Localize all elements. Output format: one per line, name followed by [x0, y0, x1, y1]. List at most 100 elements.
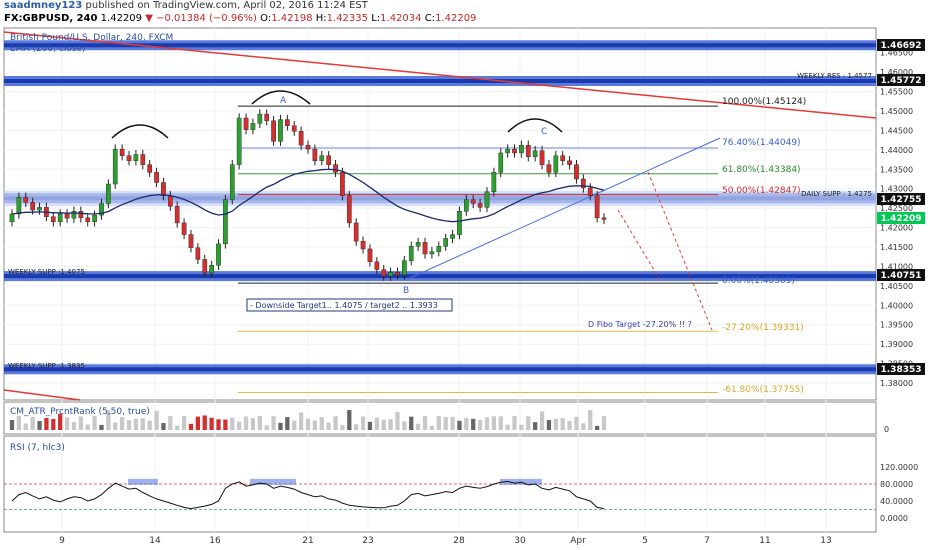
- candle-body-52: [367, 248, 373, 262]
- candle-body-10: [78, 211, 84, 219]
- atr-bar-15: [113, 422, 118, 430]
- candle-body-49: [346, 195, 352, 224]
- candle-body-85: [594, 195, 600, 219]
- ema-legend[interactable]: EMA (200, close): [10, 44, 86, 54]
- atr-bar-79: [553, 418, 558, 430]
- atr-bar-63: [443, 417, 448, 430]
- atr-bar-66: [464, 418, 469, 430]
- x-tick-label-8: 5: [642, 536, 648, 546]
- atr-bar-43: [305, 418, 311, 430]
- candle-body-15: [112, 148, 118, 185]
- candle-body-9: [71, 211, 77, 219]
- time-axis: 9 14 16 21 23 28 30 Apr 5 7 11 13: [59, 536, 832, 546]
- left-shoulder-arc: [111, 124, 169, 139]
- candle-body-11: [85, 217, 91, 222]
- point-a-label: A: [280, 96, 287, 106]
- x-tick-label-11: 13: [820, 536, 831, 546]
- candle-body-23: [167, 195, 173, 207]
- y-tick-label-6: 1.43500: [880, 165, 913, 174]
- atr-bar-12: [92, 416, 97, 430]
- candle-body-0: [9, 213, 15, 222]
- atr-bar-74: [519, 424, 524, 430]
- atr-bar-23: [168, 416, 173, 430]
- atr-bar-78: [546, 419, 552, 430]
- candle-body-78: [546, 164, 552, 173]
- atr-bar-16: [120, 417, 125, 430]
- y-tick-label-2: 1.45500: [880, 88, 913, 97]
- candle-body-16: [119, 148, 125, 156]
- candle-body-27: [195, 247, 201, 260]
- candle-body-42: [298, 131, 304, 146]
- atr-bar-71: [498, 416, 503, 430]
- candle-body-84: [587, 187, 593, 196]
- rsi-y-tick-0: 120.0000: [880, 463, 918, 472]
- candle-body-79: [553, 155, 559, 173]
- x-tick-label-10: 11: [759, 536, 770, 546]
- atr-bar-24: [175, 425, 180, 430]
- rsi-highlight-0: [128, 478, 158, 485]
- candle-body-3: [30, 202, 35, 211]
- rsi-pane: 120.0000 80.0000 40.0000 0.0000: [4, 463, 918, 523]
- x-tick-label-1: 14: [149, 536, 161, 546]
- projection-line-2: [617, 209, 661, 281]
- candle-body-66: [463, 199, 469, 212]
- atr-bar-67: [471, 418, 476, 430]
- candle-body-25: [181, 222, 187, 235]
- atr-bar-73: [512, 416, 517, 430]
- y-tick-label-9: 1.42000: [880, 224, 913, 233]
- atr-bar-75: [526, 416, 531, 430]
- atr-bar-68: [477, 420, 483, 430]
- candle-body-80: [560, 155, 566, 161]
- atr-bar-51: [360, 416, 366, 430]
- atr-bar-70: [491, 416, 496, 430]
- candle-body-67: [470, 199, 476, 204]
- candle-body-76: [532, 150, 538, 158]
- atr-bar-53: [374, 417, 379, 430]
- atr-bar-41: [292, 420, 297, 430]
- atr-bar-30: [216, 419, 221, 430]
- rsi-legend[interactable]: RSI (7, hlc3): [10, 443, 65, 453]
- atr-bar-10: [78, 416, 83, 430]
- atr-bar-21: [154, 410, 159, 430]
- candle-body-58: [408, 246, 414, 261]
- atr-bar-60: [422, 416, 428, 430]
- atr-bar-83: [581, 423, 586, 430]
- price-box-2-text: 1.45772: [881, 76, 922, 86]
- fib-50-label: 50.00%(1.42847): [722, 186, 801, 196]
- atr-bar-40: [285, 417, 290, 430]
- atr-bar-44: [312, 420, 318, 430]
- candle-body-46: [326, 155, 331, 165]
- atr-bar-52: [367, 421, 373, 430]
- candle-body-1: [16, 197, 22, 215]
- atr-legend[interactable]: CM_ATR_PrcntRank (5,50, true): [10, 407, 150, 417]
- price-box-5-text: 1.40751: [881, 271, 922, 281]
- atr-bar-28: [202, 415, 207, 430]
- rsi-y-tick-2: 40.0000: [880, 497, 913, 506]
- atr-bar-81: [567, 420, 572, 430]
- atr-bar-20: [147, 420, 152, 430]
- atr-bar-64: [450, 416, 455, 430]
- atr-bar-80: [560, 418, 565, 430]
- atr-bar-49: [347, 410, 352, 430]
- rsi-y-tick-3: 0.0000: [880, 514, 908, 523]
- x-tick-label-6: 30: [514, 536, 526, 546]
- price-box-2: 1.45772: [877, 74, 925, 86]
- atr-bar-1: [16, 416, 22, 430]
- atr-bar-32: [230, 417, 235, 430]
- x-tick-label-5: 28: [453, 536, 465, 546]
- atr-bar-56: [395, 411, 400, 430]
- candle-body-29: [209, 265, 214, 274]
- atr-bar-8: [64, 417, 70, 430]
- y-tick-label-14: 1.39500: [880, 321, 913, 330]
- chart-canvas[interactable]: 0 120.000080.000040.00000.0000 1.465001.…: [0, 0, 932, 550]
- candle-body-28: [202, 259, 208, 274]
- pair-legend[interactable]: British Pound/U.S. Dollar, 240, FXCM: [10, 33, 173, 43]
- x-tick-label-3: 21: [302, 536, 313, 546]
- atr-bar-62: [436, 416, 441, 430]
- atr-bar-42: [298, 412, 304, 430]
- y-tick-label-12: 1.40500: [880, 282, 913, 291]
- trend-lines: [3, 31, 877, 401]
- candle-body-30: [216, 243, 221, 266]
- candle-body-18: [133, 154, 139, 161]
- y-tick-label-13: 1.40000: [880, 301, 913, 310]
